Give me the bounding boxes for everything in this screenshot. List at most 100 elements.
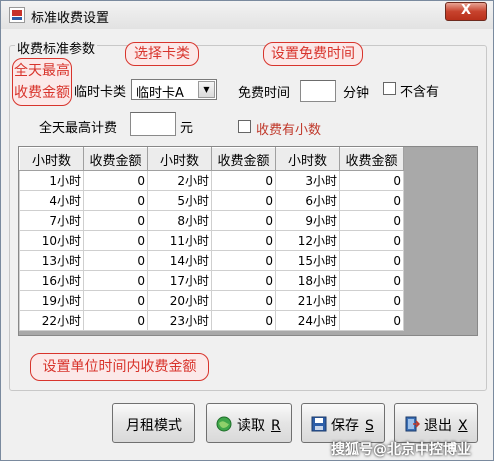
hours-cell[interactable]: 12小时 [275,230,340,251]
read-label: 读取 [237,418,265,434]
fee-cell[interactable]: 0 [83,190,148,211]
free-time-callout: 设置免费时间 [263,42,363,66]
hours-cell[interactable]: 9小时 [275,210,340,231]
daily-max-callout-line2: 收费金额 [14,85,70,101]
fee-cell[interactable]: 0 [211,190,276,211]
col-header-fee-1: 收费金额 [83,147,148,171]
fee-cell[interactable]: 0 [211,170,276,191]
table-row: 1小时 0 2小时 0 3小时 0 [19,170,404,191]
hours-cell[interactable]: 4小时 [19,190,84,211]
floppy-disk-icon [311,416,327,432]
col-header-hours-1: 小时数 [19,147,84,171]
hours-cell[interactable]: 6小时 [275,190,340,211]
table-header-row: 小时数 收费金额 小时数 收费金额 小时数 收费金额 [19,147,404,171]
fee-cell[interactable]: 0 [83,310,148,331]
read-shortcut: R [271,418,281,434]
watermark-text: 搜狐号@北京中控博业 [331,442,471,458]
card-type-select[interactable]: 临时卡A ▼ [131,79,217,101]
hours-cell[interactable]: 15小时 [275,250,340,271]
hours-cell[interactable]: 11小时 [147,230,212,251]
hours-cell[interactable]: 21小时 [275,290,340,311]
free-time-label: 免费时间 [238,86,291,101]
fee-cell[interactable]: 0 [339,230,404,251]
col-header-hours-2: 小时数 [147,147,212,171]
hours-cell[interactable]: 23小时 [147,310,212,331]
fee-cell[interactable]: 0 [211,210,276,231]
fee-cell[interactable]: 0 [83,290,148,311]
hours-cell[interactable]: 18小时 [275,270,340,291]
decimal-label: 收费有小数 [256,123,322,138]
hours-cell[interactable]: 13小时 [19,250,84,271]
title-bar[interactable]: 标准收费设置 X [1,1,493,29]
fee-cell[interactable]: 0 [211,250,276,271]
hours-cell[interactable]: 2小时 [147,170,212,191]
fee-cell[interactable]: 0 [339,210,404,231]
hours-cell[interactable]: 22小时 [19,310,84,331]
daily-max-label: 全天最高计费 [39,121,118,136]
window-title: 标准收费设置 [31,11,110,26]
hours-cell[interactable]: 14小时 [147,250,212,271]
save-button[interactable]: 保存 S [301,403,385,443]
fee-cell[interactable]: 0 [211,290,276,311]
save-shortcut: S [365,418,374,434]
monthly-mode-button[interactable]: 月租模式 [112,403,195,443]
group-title: 收费标准参数 [15,38,98,57]
fee-cell[interactable]: 0 [83,210,148,231]
table-row: 19小时 0 20小时 0 21小时 0 [19,290,404,311]
fee-cell[interactable]: 0 [339,170,404,191]
fee-cell[interactable]: 0 [83,170,148,191]
fee-cell[interactable]: 0 [339,310,404,331]
hours-cell[interactable]: 3小时 [275,170,340,191]
col-header-fee-3: 收费金额 [339,147,404,171]
daily-max-callout-line1: 全天最高 [14,63,70,79]
hours-cell[interactable]: 20小时 [147,290,212,311]
hours-cell[interactable]: 5小时 [147,190,212,211]
exclude-checkbox[interactable] [383,82,396,95]
settings-window: 标准收费设置 X 收费标准参数 临时卡类 临时卡A ▼ 免费时间 分钟 不含有 … [0,0,494,461]
table-row: 22小时 0 23小时 0 24小时 0 [19,310,404,331]
table-row: 10小时 0 11小时 0 12小时 0 [19,230,404,251]
fee-cell[interactable]: 0 [83,230,148,251]
read-button[interactable]: 读取 R [206,403,292,443]
minute-label: 分钟 [343,86,370,101]
hours-cell[interactable]: 24小时 [275,310,340,331]
close-button[interactable]: X [445,2,487,21]
decimal-checkbox[interactable] [238,120,251,133]
hours-cell[interactable]: 17小时 [147,270,212,291]
globe-icon [216,416,232,432]
table-row: 7小时 0 8小时 0 9小时 0 [19,210,404,231]
fee-cell[interactable]: 0 [211,230,276,251]
exit-button[interactable]: 退出 X [394,403,478,443]
hours-cell[interactable]: 16小时 [19,270,84,291]
chevron-down-icon[interactable]: ▼ [198,81,215,98]
fee-cell[interactable]: 0 [211,270,276,291]
save-label: 保存 [331,418,359,434]
yuan-label: 元 [180,121,194,136]
fee-cell[interactable]: 0 [339,250,404,271]
col-header-fee-2: 收费金额 [211,147,276,171]
fee-cell[interactable]: 0 [83,270,148,291]
hours-cell[interactable]: 7小时 [19,210,84,231]
hours-cell[interactable]: 8小时 [147,210,212,231]
free-time-input[interactable] [300,80,336,102]
hours-cell[interactable]: 19小时 [19,290,84,311]
daily-max-callout: 全天最高 收费金额 [12,58,72,106]
exit-label: 退出 [424,418,452,434]
unit-fee-callout: 设置单位时间内收费金额 [30,353,209,381]
fee-cell[interactable]: 0 [339,190,404,211]
monthly-mode-label: 月租模式 [126,418,182,434]
select-card-callout: 选择卡类 [125,42,199,66]
fee-table: 小时数 收费金额 小时数 收费金额 小时数 收费金额 1小时 0 2小时 0 3小时 0 4… [19,147,404,331]
table-row: 13小时 0 14小时 0 15小时 0 [19,250,404,271]
fee-cell[interactable]: 0 [339,290,404,311]
col-header-hours-3: 小时数 [275,147,340,171]
card-type-value: 临时卡A [136,86,184,101]
table-row: 16小时 0 17小时 0 18小时 0 [19,270,404,291]
exit-door-icon [405,416,420,432]
hours-cell[interactable]: 10小时 [19,230,84,251]
hours-cell[interactable]: 1小时 [19,170,84,191]
fee-cell[interactable]: 0 [339,270,404,291]
daily-max-input[interactable] [130,112,176,136]
fee-cell[interactable]: 0 [211,310,276,331]
fee-cell[interactable]: 0 [83,250,148,271]
